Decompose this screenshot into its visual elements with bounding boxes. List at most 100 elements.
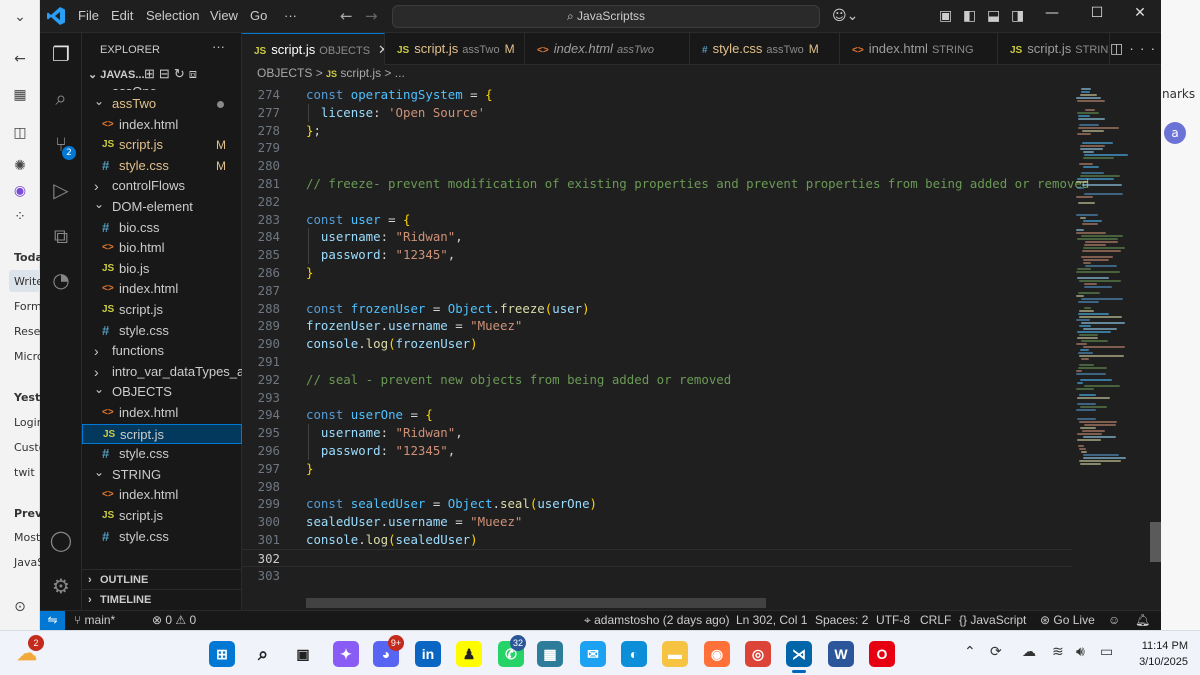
menu-go[interactable]: Go	[250, 8, 267, 23]
code-line[interactable]: 282	[242, 193, 1072, 211]
code-line[interactable]: 293	[242, 389, 1072, 407]
file-item[interactable]: # style.css	[82, 527, 242, 547]
code-line[interactable]: 281 // freeze- prevent modification of ex…	[242, 175, 1090, 193]
folder-item[interactable]: › intro_var_dataTypes_a...	[82, 362, 242, 382]
explorer-more-icon[interactable]: ···	[212, 39, 225, 54]
breadcrumb-folder[interactable]: OBJECTS	[257, 66, 312, 80]
history-item[interactable]: Most	[14, 531, 40, 544]
code-line[interactable]: 303	[242, 567, 1072, 585]
edge-icon[interactable]: ◐	[621, 641, 647, 667]
editor-tab[interactable]: JS script.js STRIN	[998, 33, 1110, 65]
timeline-section[interactable]: › TIMELINE	[82, 589, 242, 610]
windows-start-icon[interactable]: ⊞	[209, 641, 235, 667]
code-line[interactable]: 299 const sealedUser = Object.seal(userOn…	[242, 495, 1072, 513]
go-live-button[interactable]: ⊛ Go Live	[1040, 613, 1095, 627]
menu-more[interactable]: ···	[284, 8, 297, 23]
history-item[interactable]: Form	[14, 300, 42, 313]
more-apps-icon[interactable]: ⁘	[8, 206, 32, 228]
snapchat-icon[interactable]: ♟	[456, 641, 482, 667]
folder-item[interactable]: › controlFlows	[82, 176, 242, 196]
file-item[interactable]: <> index.html	[82, 115, 242, 135]
file-item[interactable]: # bio.css	[82, 218, 242, 238]
code-line[interactable]: 295 username: "Ridwan",	[242, 424, 1072, 443]
encoding[interactable]: UTF-8	[876, 613, 910, 627]
apps-grid-icon[interactable]: ▦	[8, 84, 32, 106]
toggle-primary-sidebar-icon[interactable]: ◧	[963, 8, 976, 24]
cursor-position[interactable]: Ln 302, Col 1	[736, 613, 807, 627]
file-explorer-icon[interactable]: ▬	[662, 641, 688, 667]
file-item[interactable]: JS script.js	[82, 506, 242, 526]
system-clock[interactable]: 11:14 PM 3/10/2025	[1128, 638, 1188, 670]
toggle-panel-icon[interactable]: ⬓	[987, 8, 1000, 24]
code-line[interactable]: 284 username: "Ridwan",	[242, 228, 1072, 247]
file-item[interactable]: JS script.js M	[82, 135, 242, 155]
accounts-icon[interactable]: ◯	[48, 527, 74, 553]
tray-cloud-icon[interactable]: ☁	[1022, 644, 1036, 660]
menu-file[interactable]: File	[78, 8, 99, 23]
file-item[interactable]: <> bio.html	[82, 238, 242, 258]
explorer-actions[interactable]: ⊞⊟↻⧈	[144, 66, 201, 82]
minimap[interactable]	[1074, 86, 1154, 596]
code-line[interactable]: 292 // seal - prevent new objects from be…	[242, 371, 1072, 389]
editor-tab[interactable]: # style.css assTwo M	[690, 33, 840, 65]
notifications-bell-icon[interactable]: 🔔︎	[1135, 613, 1150, 627]
copilot-status-icon[interactable]: ☺	[1108, 613, 1120, 627]
indentation[interactable]: Spaces: 2	[815, 613, 868, 627]
code-line[interactable]: 280	[242, 157, 1072, 175]
language-mode[interactable]: {} JavaScript	[959, 613, 1026, 627]
explorer-icon[interactable]: ❐	[48, 41, 74, 67]
menu-selection[interactable]: Selection	[146, 8, 199, 23]
editor-tab[interactable]: JS script.js assTwo M	[385, 33, 525, 65]
tab-close-icon[interactable]: ✕	[378, 42, 384, 57]
microsoft-store-icon[interactable]: ▦	[537, 641, 563, 667]
browser-tab-dropdown-icon[interactable]: ⌄	[8, 6, 32, 28]
menu-view[interactable]: View	[210, 8, 238, 23]
wifi-icon[interactable]: ≋	[1052, 644, 1064, 660]
edge-devtools-icon[interactable]: ◔	[48, 267, 74, 293]
code-line[interactable]: 301 console.log(sealedUser)	[242, 531, 1072, 549]
code-line[interactable]: 279	[242, 139, 1072, 157]
search-view-icon[interactable]: ⌕	[48, 85, 74, 111]
twitter-icon[interactable]: ✉	[580, 641, 606, 667]
split-editor-icon[interactable]: ◫	[1110, 40, 1129, 56]
folder-item[interactable]: › assOne	[82, 82, 242, 90]
customize-layout-icon[interactable]: ▣	[939, 8, 952, 24]
browser-back-icon[interactable]: ←	[8, 48, 32, 70]
remote-indicator-icon[interactable]: ⇋	[40, 611, 65, 630]
workspace-root[interactable]: ⌄ JAVAS...	[88, 68, 145, 81]
toggle-secondary-sidebar-icon[interactable]: ◨	[1011, 8, 1024, 24]
copilot-icon[interactable]: ◉	[8, 180, 32, 202]
history-item[interactable]: twit	[14, 466, 35, 479]
code-line[interactable]: 277 license: 'Open Source'	[242, 103, 1072, 122]
manage-gear-icon[interactable]: ⚙	[48, 573, 74, 599]
branch-indicator[interactable]: ⑂ main*	[74, 613, 115, 627]
nav-forward-icon[interactable]: →	[365, 7, 378, 25]
code-line[interactable]: 302	[242, 548, 1072, 567]
history-item[interactable]: Rese	[14, 325, 40, 338]
task-view-icon[interactable]: ▣	[290, 641, 316, 667]
code-line[interactable]: 274 const operatingSystem = {	[242, 86, 1072, 104]
extensions-icon[interactable]: ⧉	[48, 223, 74, 249]
chrome-icon[interactable]: ◎	[745, 641, 771, 667]
code-line[interactable]: 291	[242, 353, 1072, 371]
maximize-icon[interactable]: ☐	[1087, 5, 1107, 21]
code-line[interactable]: 297}	[242, 460, 1072, 478]
minimize-icon[interactable]: —	[1042, 5, 1062, 21]
code-line[interactable]: 288 const frozenUser = Object.freeze(user…	[242, 300, 1072, 318]
settings-icon[interactable]: ⊙	[8, 596, 32, 618]
file-item[interactable]: <> index.html	[82, 403, 242, 423]
word-icon[interactable]: W	[828, 641, 854, 667]
linkedin-icon[interactable]: in	[415, 641, 441, 667]
copilot-menu-icon[interactable]: ☺⌄	[832, 8, 858, 24]
volume-icon[interactable]: 🔊︎	[1076, 644, 1085, 660]
editor-actions[interactable]: ◫···	[1110, 40, 1161, 57]
problems-indicator[interactable]: ⊗ 0 ⚠ 0	[152, 613, 196, 627]
folder-item[interactable]: ⌄ DOM-element	[82, 197, 242, 217]
editor-tab[interactable]: JS script.jsOBJECTS ✕	[242, 33, 385, 65]
collapse-all-icon[interactable]: ⧈	[189, 66, 201, 81]
code-line[interactable]: 283 const user = {	[242, 211, 1072, 229]
line-endings[interactable]: CRLF	[920, 613, 951, 627]
outline-section[interactable]: › OUTLINE	[82, 569, 242, 590]
code-line[interactable]: 296 password: "12345",	[242, 442, 1072, 460]
refresh-icon[interactable]: ↻	[174, 66, 189, 81]
